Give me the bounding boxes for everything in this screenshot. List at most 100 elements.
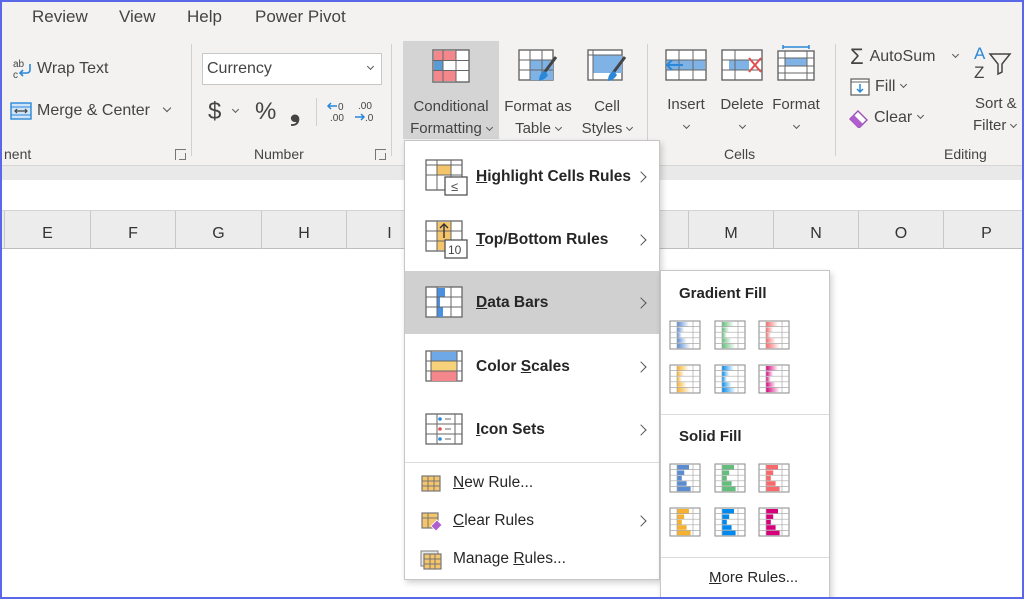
group-separator (391, 44, 392, 156)
data-bar-mark (677, 509, 689, 514)
access-key: N (453, 474, 465, 491)
menu-item-color-scales[interactable]: Color Scales (405, 335, 659, 398)
data-bar-mark (722, 327, 730, 332)
data-bar-mark (722, 519, 727, 525)
solid-data-bar-green[interactable] (714, 463, 746, 493)
data-bar-mark (677, 525, 687, 530)
wrap-text-icon: ab c (13, 59, 31, 80)
access-key: S (520, 357, 532, 375)
data-bar-mark (766, 371, 774, 376)
menu-item-data-bars[interactable]: Data Bars (405, 271, 659, 334)
column-header[interactable]: O (859, 211, 944, 249)
accounting-dropdown-icon[interactable] (232, 105, 240, 113)
menu-item-new-rule[interactable]: New Rule... (405, 464, 659, 502)
comma-style-button[interactable]: ❟ (290, 96, 300, 128)
submenu-separator (661, 557, 829, 558)
column-header[interactable]: M (689, 211, 774, 249)
column-header[interactable]: E (5, 211, 91, 249)
top-bottom-icon: 10 (425, 220, 468, 259)
data-bar-mark (677, 470, 685, 475)
tab-view[interactable]: View (119, 7, 156, 27)
gradient-data-bar-orange[interactable] (669, 364, 701, 394)
menu-item-icon-sets[interactable]: Icon Sets (405, 398, 659, 461)
cell-styles-button[interactable]: Cell Styles (576, 41, 638, 140)
column-header[interactable]: G (176, 211, 262, 249)
percent-style-button[interactable]: % (255, 98, 276, 126)
tab-power-pivot[interactable]: Power Pivot (255, 7, 346, 27)
merge-center-icon (10, 102, 32, 120)
insert-cells-icon (665, 49, 707, 81)
menu-item-label: lear Rules (464, 512, 534, 529)
data-bar-mark (677, 376, 682, 382)
data-bars-submenu: Gradient Fill Solid Fill More Rules... (660, 270, 830, 599)
solid-data-bar-blue[interactable] (669, 463, 701, 493)
data-bar-mark (677, 382, 687, 387)
data-bar-mark (766, 530, 780, 536)
autosum-button[interactable]: Σ AutoSum (850, 44, 960, 70)
format-button[interactable]: Format (769, 41, 823, 138)
gradient-data-bar-purple[interactable] (758, 364, 790, 394)
alignment-dialog-launcher-icon[interactable] (175, 149, 186, 160)
menu-item-highlight-cells-rules[interactable]: ≤ Highlight Cells Rules (405, 145, 659, 208)
more-rules-link[interactable]: More Rules... (709, 569, 798, 586)
data-bar-mark (677, 327, 685, 332)
fill-button[interactable]: Fill (850, 78, 908, 96)
editing-group-label: Editing (944, 146, 987, 162)
menu-item-clear-rules[interactable]: Clear Rules (405, 502, 659, 540)
gradient-data-bar-red[interactable] (758, 320, 790, 350)
format-as-table-button[interactable]: Format as Table (500, 41, 576, 140)
data-bar-mark (677, 514, 685, 519)
column-header[interactable]: F (91, 211, 176, 249)
svg-text:10: 10 (448, 243, 462, 257)
solid-data-bar-orange[interactable] (669, 507, 701, 537)
gradient-data-bar-light-blue[interactable] (714, 364, 746, 394)
clear-button[interactable]: Clear (848, 108, 925, 128)
manage-rules-icon (420, 550, 442, 570)
highlight-cells-icon: ≤ (425, 159, 468, 196)
data-bar-mark (766, 366, 778, 371)
solid-data-bar-light-blue[interactable] (714, 507, 746, 537)
sort-filter-button[interactable]: A Z Sort & Filter (968, 44, 1024, 137)
wrap-text-button[interactable]: ab c Wrap Text (12, 58, 108, 80)
increase-decimal-button[interactable]: 0 .00 (326, 98, 348, 124)
gradient-data-bar-green[interactable] (714, 320, 746, 350)
decrease-decimal-button[interactable]: .00 .0 (354, 98, 376, 124)
number-format-select[interactable]: Currency (202, 53, 382, 85)
data-bar-mark (766, 475, 771, 481)
autosum-dropdown-icon[interactable] (952, 50, 960, 58)
svg-text:Z: Z (974, 63, 984, 82)
accounting-format-button[interactable]: $ (208, 98, 240, 126)
menu-item-manage-rules[interactable]: Manage Rules... (405, 540, 659, 578)
data-bar-mark (677, 481, 687, 486)
solid-data-bar-red[interactable] (758, 463, 790, 493)
conditional-formatting-label-1: Conditional (413, 98, 489, 115)
column-header[interactable]: P (944, 211, 1024, 249)
data-bar-mark (722, 366, 734, 371)
sort-filter-icon: A Z (974, 44, 1012, 82)
data-bar-mark (766, 327, 774, 332)
menu-item-top-bottom-rules[interactable]: 10 Top/Bottom Rules (405, 208, 659, 271)
data-bar-mark (677, 332, 682, 338)
data-bar-mark (722, 481, 732, 486)
gradient-data-bar-blue[interactable] (669, 320, 701, 350)
solid-data-bar-purple[interactable] (758, 507, 790, 537)
menu-item-label: ules... (524, 550, 566, 567)
svg-text:ab: ab (13, 59, 25, 70)
delete-button[interactable]: Delete (715, 41, 769, 138)
merge-center-dropdown-icon[interactable] (162, 103, 172, 113)
comma-icon: ❟ (290, 96, 301, 126)
column-header[interactable]: N (774, 211, 859, 249)
merge-center-button[interactable]: Merge & Center (10, 101, 172, 121)
conditional-formatting-button[interactable]: Conditional Formatting (403, 41, 499, 139)
data-bar-mark (677, 530, 691, 536)
tab-help[interactable]: Help (187, 7, 222, 27)
insert-button[interactable]: Insert (660, 41, 712, 138)
format-as-table-label-2: Table (515, 120, 551, 137)
data-bar-mark (677, 387, 691, 393)
menu-item-label: con Sets (480, 420, 545, 438)
tab-review[interactable]: Review (32, 7, 88, 27)
column-header[interactable]: H (262, 211, 347, 249)
data-bar-mark (722, 470, 730, 475)
cells-group-label: Cells (724, 146, 756, 162)
number-dialog-launcher-icon[interactable] (375, 149, 386, 160)
